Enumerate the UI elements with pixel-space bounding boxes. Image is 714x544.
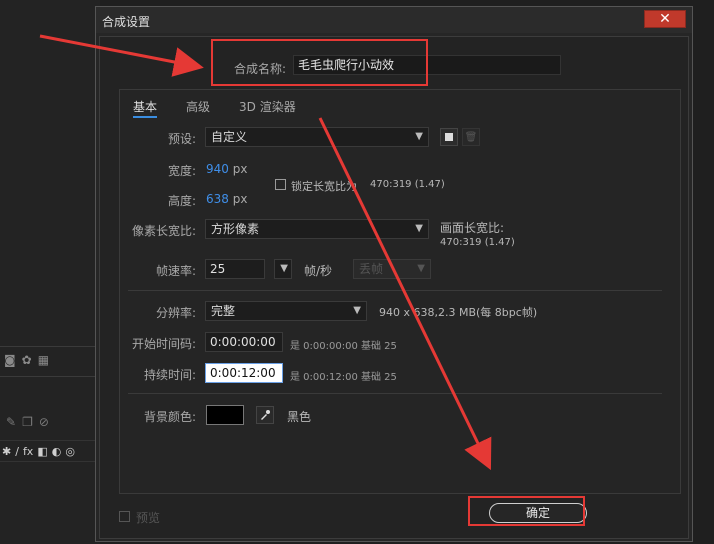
dialog-titlebar[interactable]: 合成设置 ✕ (96, 7, 692, 33)
grid-icon[interactable]: ▦ (38, 353, 49, 367)
drop-frame-dropdown: 丢帧 ▼ (353, 259, 431, 279)
frame-rate-label: 帧速率: (155, 264, 196, 278)
start-timecode-input[interactable]: 0:00:00:00 (205, 332, 283, 352)
trash-icon: 🗑 (464, 131, 478, 143)
chevron-down-icon: ▼ (417, 263, 425, 274)
drop-frame-value: 丢帧 (359, 262, 384, 276)
close-button[interactable]: ✕ (644, 10, 686, 28)
bg-color-swatch[interactable] (206, 405, 244, 425)
delete-preset-button[interactable]: 🗑 (462, 128, 480, 146)
frame-aspect-label: 画面长宽比: (440, 221, 505, 235)
dialog-body: 合成名称: 毛毛虫爬行小动效 基本 高级 3D 渲染器 预设: 自定义 ▼ 🗑 … (99, 36, 689, 539)
composition-name-input[interactable]: 毛毛虫爬行小动效 (293, 55, 561, 75)
settings-panel: 基本 高级 3D 渲染器 预设: 自定义 ▼ 🗑 宽度: 940 px 高度: (119, 89, 681, 494)
lock-aspect-checkbox[interactable] (275, 179, 286, 190)
background-panel (0, 0, 100, 544)
lock-aspect-label: 锁定长宽比为 (291, 180, 357, 193)
eyedropper-icon (261, 410, 270, 420)
width-value[interactable]: 940 (206, 162, 229, 176)
motion-blur-icon[interactable]: ◧ (37, 445, 47, 458)
brush-icon[interactable]: ✎ (6, 415, 16, 429)
solo-icon[interactable]: ✱ (2, 445, 11, 458)
bg-color-name: 黑色 (287, 410, 312, 424)
save-preset-icon (445, 133, 453, 141)
tab-3d-renderer[interactable]: 3D 渲染器 (239, 98, 296, 115)
frame-rate-unit: 帧/秒 (304, 264, 333, 278)
resolution-label: 分辨率: (155, 306, 196, 320)
layer-switches-bar: ✱ ∕ fx ◧ ◐ ◎ (0, 440, 98, 462)
chevron-down-icon: ▼ (415, 223, 423, 234)
dialog-title: 合成设置 (102, 15, 151, 29)
tag-icon[interactable]: ⊘ (39, 415, 49, 429)
height-field[interactable]: 638 px (206, 192, 247, 206)
duration-input[interactable]: 0:00:12:00 (205, 363, 283, 383)
background-divider (0, 346, 96, 347)
lock-aspect-value: 470:319 (1.47) (370, 179, 445, 190)
duration-info: 是 0:00:12:00 基础 25 (290, 372, 397, 383)
slash-icon[interactable]: ∕ (15, 445, 19, 458)
width-unit: px (232, 162, 248, 176)
frame-rate-dropdown[interactable]: ▼ (274, 259, 292, 279)
height-value[interactable]: 638 (206, 192, 229, 206)
start-timecode-info: 是 0:00:00:00 基础 25 (290, 341, 397, 352)
bg-color-label: 背景颜色: (143, 410, 196, 424)
color-wheel-icon[interactable]: ✿ (22, 353, 32, 367)
pixel-aspect-dropdown[interactable]: 方形像素 ▼ (205, 219, 429, 239)
adjustment-icon[interactable]: ◐ (52, 445, 62, 458)
3d-layer-icon[interactable]: ◎ (65, 445, 75, 458)
start-timecode-label: 开始时间码: (131, 337, 196, 351)
tab-advanced[interactable]: 高级 (186, 98, 210, 115)
composition-settings-dialog: 合成设置 ✕ 合成名称: 毛毛虫爬行小动效 基本 高级 3D 渲染器 预设: 自… (95, 6, 693, 542)
pixel-aspect-value: 方形像素 (211, 222, 260, 236)
width-label: 宽度: (167, 164, 196, 178)
preset-label: 预设: (167, 132, 196, 146)
height-label: 高度: (167, 194, 196, 208)
duration-label: 持续时间: (143, 368, 196, 382)
save-preset-button[interactable] (440, 128, 458, 146)
preview-checkbox[interactable] (119, 511, 130, 522)
tab-basic[interactable]: 基本 (133, 98, 158, 118)
frame-aspect-value: 470:319 (1.47) (440, 237, 515, 248)
camera-icon[interactable]: ◙ (4, 353, 16, 367)
fx-icon[interactable]: fx (23, 445, 33, 458)
chevron-down-icon: ▼ (280, 263, 288, 274)
close-icon: ✕ (659, 11, 671, 27)
section-divider (128, 290, 662, 291)
height-unit: px (232, 192, 248, 206)
background-toolbar-2: ✎ ❐ ⊘ (0, 412, 102, 432)
preset-dropdown[interactable]: 自定义 ▼ (205, 127, 429, 147)
section-divider (128, 393, 662, 394)
ok-button[interactable]: 确定 (489, 503, 587, 523)
pixel-aspect-label: 像素长宽比: (131, 224, 196, 238)
background-divider-2 (0, 376, 96, 377)
resolution-value: 完整 (211, 304, 236, 318)
preset-value: 自定义 (211, 130, 248, 144)
eyedropper-button[interactable] (256, 406, 274, 424)
background-toolbar-1: ◙ ✿ ▦ (0, 350, 100, 370)
resolution-info: 940 x 638,2.3 MB(每 8bpc帧) (379, 306, 538, 319)
resolution-dropdown[interactable]: 完整 ▼ (205, 301, 367, 321)
preview-label: 预览 (136, 511, 161, 525)
chevron-down-icon: ▼ (353, 305, 361, 316)
frame-rate-input[interactable]: 25 (205, 259, 265, 279)
composition-name-label: 合成名称: (234, 62, 287, 76)
width-field[interactable]: 940 px (206, 162, 247, 176)
chevron-down-icon: ▼ (415, 131, 423, 142)
layers-icon[interactable]: ❐ (22, 415, 33, 429)
